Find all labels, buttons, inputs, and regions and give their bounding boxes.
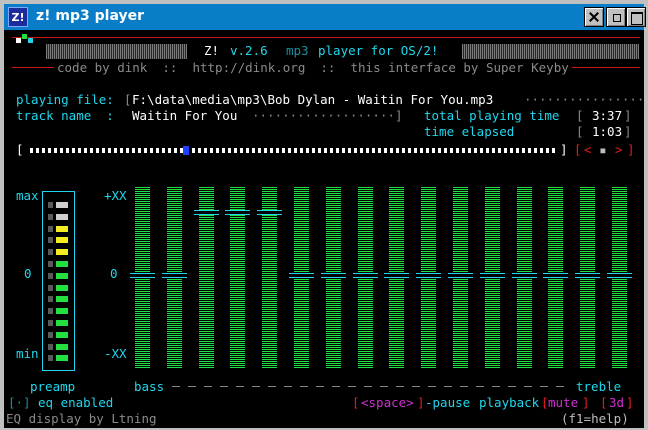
eq-band-slider[interactable]: [448, 273, 473, 278]
credits: code by dink :: http://dink.org :: this …: [54, 60, 572, 76]
preamp-tick: [48, 308, 53, 315]
preamp-tick: [48, 213, 53, 220]
elapsed-value: 1:03: [592, 124, 623, 139]
eq-band-slider[interactable]: [130, 273, 155, 278]
eq-band-slider[interactable]: [575, 273, 601, 278]
bass-treble-scale: [172, 386, 572, 387]
next-track-icon[interactable]: >: [615, 142, 623, 158]
eq-band-slider[interactable]: [352, 273, 378, 278]
mute-label[interactable]: mute: [548, 395, 578, 411]
playback-label: playback: [479, 395, 540, 410]
playing-file-value: F:\data\media\mp3\Bob Dylan - Waitin For…: [132, 92, 494, 107]
preamp-tick: [48, 355, 53, 362]
eq-band-slider[interactable]: [543, 273, 569, 278]
preamp-segment: [56, 213, 68, 220]
preamp-segment: [56, 296, 68, 303]
progress-track[interactable]: [30, 148, 558, 153]
preamp-tick: [48, 202, 53, 208]
preamp-segment: [56, 237, 68, 244]
tagline-mp3: mp3: [286, 43, 309, 58]
eq-band-slider[interactable]: [225, 210, 251, 215]
preamp-tick: [48, 320, 53, 326]
preamp-tick: [48, 237, 53, 244]
preamp-tick: [48, 249, 53, 256]
preamp-segment: [56, 284, 68, 291]
window-title: z! mp3 player: [36, 8, 144, 24]
preamp-tick: [48, 225, 53, 232]
preamp-segment: [56, 272, 68, 279]
pause-label[interactable]: -pause: [425, 395, 470, 411]
eq-band-slider[interactable]: [607, 273, 632, 278]
console-area: Z! v.2.6 mp3 player for OS/2! code by di…: [4, 30, 644, 428]
playing-file-label: playing file:: [16, 92, 114, 107]
eq-band-slider[interactable]: [416, 273, 442, 278]
help-hint[interactable]: (f1=help): [561, 411, 629, 427]
preamp-zero-label: 0: [24, 266, 32, 281]
preamp-segment: [56, 225, 68, 232]
preamp-segment: [56, 320, 68, 326]
preamp-segment: [56, 261, 68, 267]
eq-band-slider[interactable]: [320, 273, 346, 278]
header-border-top: [12, 37, 640, 38]
elapsed-label: time elapsed: [424, 124, 515, 139]
stop-icon[interactable]: ▪: [599, 142, 607, 158]
app-icon[interactable]: Z!: [8, 7, 28, 27]
app-name: Z!: [204, 43, 220, 58]
view-mode[interactable]: 3d: [609, 395, 624, 411]
eq-band-slider[interactable]: [193, 210, 219, 215]
eq-band-slider[interactable]: [384, 273, 410, 278]
eq-credit: EQ display by Ltning: [6, 411, 157, 426]
eq-toggle[interactable]: [·]: [8, 395, 31, 411]
preamp-segment: [56, 355, 68, 362]
track-name-label: track name :: [16, 108, 114, 123]
progress-thumb[interactable]: [183, 146, 189, 155]
corner-glyph: [8, 34, 36, 45]
preamp-label: preamp: [30, 379, 76, 394]
eq-band-slider[interactable]: [257, 210, 283, 215]
eq-enabled-label: eq enabled: [38, 395, 114, 410]
title-bar[interactable]: Z! z! mp3 player: [4, 4, 646, 30]
eq-band-slider[interactable]: [289, 273, 314, 278]
eq-band-slider[interactable]: [479, 273, 505, 278]
close-icon[interactable]: [584, 7, 604, 27]
treble-label: treble: [576, 379, 622, 394]
preamp-meter[interactable]: [42, 191, 75, 371]
eq-zero-label: 0: [110, 266, 118, 281]
eq-band-slider[interactable]: [511, 273, 537, 278]
preamp-tick: [48, 343, 53, 350]
prev-track-icon[interactable]: <: [584, 142, 592, 158]
preamp-tick: [48, 261, 53, 267]
space-key: <space>: [361, 395, 414, 410]
preamp-segment: [56, 308, 68, 315]
track-name-value: Waitin For You: [132, 108, 238, 123]
minimize-icon[interactable]: [606, 7, 626, 27]
preamp-segment: [56, 331, 68, 338]
total-time-value: 3:37: [592, 108, 623, 123]
total-time-label: total playing time: [424, 108, 560, 123]
tagline-rest: player for OS/2!: [318, 43, 439, 58]
preamp-segment: [56, 343, 68, 350]
preamp-segment: [56, 202, 68, 208]
preamp-tick: [48, 331, 53, 338]
version-label: v.2.6: [230, 43, 268, 58]
preamp-tick: [48, 284, 53, 291]
maximize-icon[interactable]: [626, 7, 646, 27]
preamp-tick: [48, 296, 53, 303]
preamp-min-label: min: [16, 346, 39, 361]
preamp-tick: [48, 272, 53, 279]
eq-band-slider[interactable]: [161, 273, 187, 278]
preamp-segment: [56, 249, 68, 256]
eq-plus-label: +XX: [104, 188, 127, 203]
bass-label: bass: [134, 379, 165, 394]
preamp-max-label: max: [16, 188, 39, 203]
eq-minus-label: -XX: [104, 346, 127, 361]
player-window: Z! z! mp3 player Z! v.2.6 mp3 player for…: [0, 0, 648, 430]
